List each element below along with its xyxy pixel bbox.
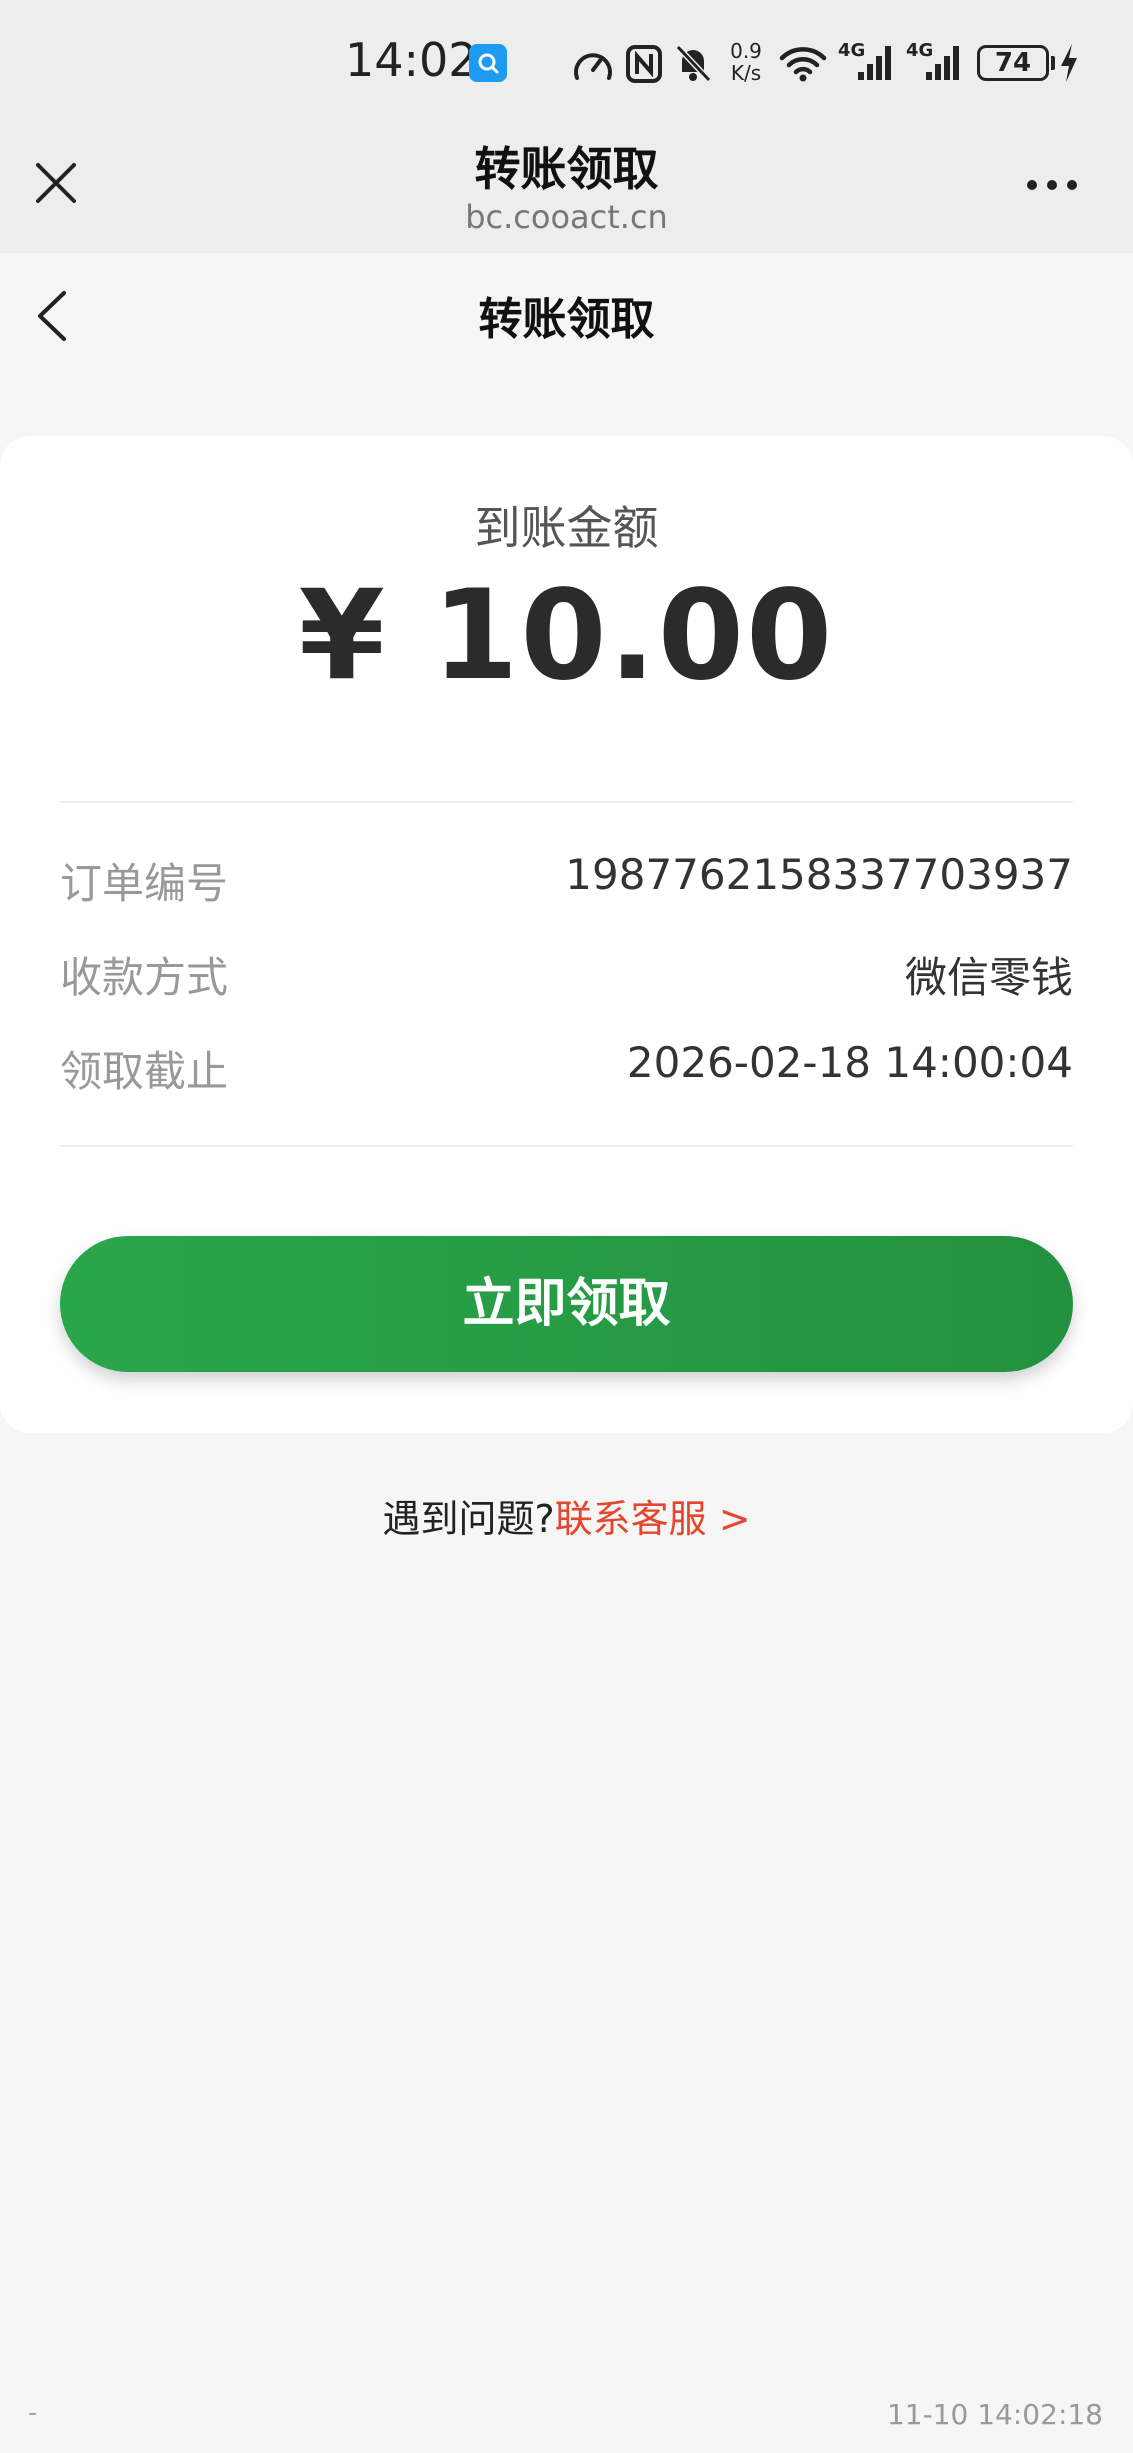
charging-icon bbox=[1061, 44, 1077, 82]
page: 14:02 0.9 K/s 4G 4G 74 转账领取 bc.cooact.cn… bbox=[0, 0, 1133, 2453]
info-label: 收款方式 bbox=[60, 953, 229, 1002]
browser-url: bc.cooact.cn bbox=[465, 198, 668, 236]
contact-support-link[interactable]: 联系客服 > bbox=[555, 1497, 751, 1541]
deadline-row: 领取截止 2026-02-18 14:00:04 bbox=[60, 1038, 1073, 1098]
status-bar: 14:02 0.9 K/s 4G 4G 74 bbox=[0, 0, 1133, 125]
help-line: 遇到问题?联系客服 > bbox=[0, 1488, 1133, 1543]
info-value: 1987762158337703937 bbox=[565, 850, 1073, 899]
speedometer-icon bbox=[574, 53, 612, 80]
network-speed-unit: K/s bbox=[730, 61, 762, 85]
page-title: 转账领取 bbox=[478, 294, 655, 345]
mute-bell-icon bbox=[675, 44, 712, 83]
browser-header: 转账领取 bc.cooact.cn bbox=[0, 125, 1133, 253]
page-nav: 转账领取 bbox=[0, 253, 1133, 373]
status-time: 14:02 bbox=[345, 33, 478, 87]
order-number-row: 订单编号 1987762158337703937 bbox=[60, 850, 1073, 910]
info-label: 领取截止 bbox=[60, 1047, 229, 1096]
battery-tip bbox=[1051, 56, 1055, 70]
network-speed: 0.9 K/s bbox=[726, 40, 766, 84]
info-value: 微信零钱 bbox=[904, 953, 1073, 1002]
payment-method-row: 收款方式 微信零钱 bbox=[60, 944, 1073, 1004]
help-text: 遇到问题? bbox=[382, 1497, 555, 1541]
divider bbox=[60, 1145, 1073, 1147]
more-options-icon[interactable] bbox=[1024, 175, 1080, 195]
qq-app-icon bbox=[469, 44, 507, 82]
info-label: 订单编号 bbox=[60, 859, 229, 908]
signal-icon bbox=[926, 46, 959, 80]
claim-now-button[interactable]: 立即领取 bbox=[60, 1236, 1073, 1372]
footer-dash: - bbox=[28, 2398, 38, 2428]
signal-strength-2: 4G bbox=[906, 40, 964, 84]
signal-strength-1: 4G bbox=[838, 40, 896, 84]
battery-icon: 74 bbox=[977, 45, 1049, 81]
wifi-icon bbox=[779, 47, 827, 82]
divider bbox=[60, 801, 1073, 803]
network-speed-value: 0.9 bbox=[730, 39, 762, 63]
nfc-icon bbox=[626, 45, 662, 83]
info-value: 2026-02-18 14:00:04 bbox=[626, 1038, 1073, 1087]
amount-value: ¥ 10.00 bbox=[298, 564, 835, 708]
transfer-card: 到账金额 ¥ 10.00 订单编号 1987762158337703937 收款… bbox=[0, 436, 1133, 1433]
amount-label: 到账金额 bbox=[474, 501, 659, 555]
browser-title: 转账领取 bbox=[474, 142, 659, 196]
footer-timestamp: 11-10 14:02:18 bbox=[886, 2398, 1103, 2431]
signal-icon bbox=[858, 46, 891, 80]
